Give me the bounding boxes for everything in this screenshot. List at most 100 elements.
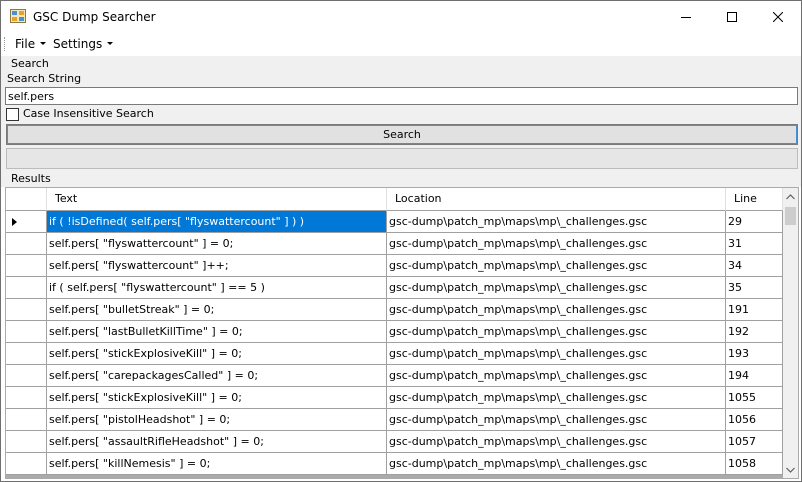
row-header[interactable] bbox=[6, 387, 47, 409]
search-progress-bar bbox=[6, 148, 798, 169]
row-header[interactable] bbox=[6, 321, 47, 343]
results-label: Results bbox=[11, 172, 51, 185]
cell-text[interactable]: self.pers[ "assaultRifleHeadshot" ] = 0; bbox=[47, 431, 387, 453]
cell-line[interactable]: 1057 bbox=[726, 431, 783, 453]
window-title: GSC Dump Searcher bbox=[33, 10, 156, 24]
row-header[interactable] bbox=[6, 233, 47, 255]
cell-location[interactable]: gsc-dump\patch_mp\maps\mp\_challenges.gs… bbox=[387, 343, 726, 365]
row-header[interactable] bbox=[6, 299, 47, 321]
app-icon bbox=[10, 9, 26, 23]
row-header[interactable] bbox=[6, 277, 47, 299]
cell-location[interactable]: gsc-dump\patch_mp\maps\mp\_challenges.gs… bbox=[387, 255, 726, 277]
search-group-label: Search bbox=[11, 57, 49, 70]
search-input[interactable] bbox=[5, 87, 798, 105]
table-row[interactable]: self.pers[ "flyswattercount" ]++; gsc-dum… bbox=[6, 255, 783, 277]
cell-line[interactable]: 1055 bbox=[726, 387, 783, 409]
table-row[interactable]: self.pers[ "stickExplosiveKill" ] = 0; gs… bbox=[6, 343, 783, 365]
cell-line[interactable]: 1056 bbox=[726, 409, 783, 431]
table-row[interactable]: self.pers[ "stickExplosiveKill" ] = 0; gs… bbox=[6, 387, 783, 409]
results-grid[interactable]: Text Location Line if ( !isDefined( self… bbox=[5, 187, 799, 479]
row-header[interactable] bbox=[6, 431, 47, 453]
scroll-up-button[interactable] bbox=[783, 188, 798, 205]
cell-location[interactable]: gsc-dump\patch_mp\maps\mp\_challenges.gs… bbox=[387, 299, 726, 321]
cell-line[interactable]: 1058 bbox=[726, 453, 783, 475]
vertical-scrollbar[interactable] bbox=[783, 188, 798, 478]
cell-location[interactable]: gsc-dump\patch_mp\maps\mp\_challenges.gs… bbox=[387, 453, 726, 475]
search-panel: Search Search String Case Insensitive Se… bbox=[1, 56, 801, 172]
cell-text[interactable]: self.pers[ "pistolHeadshot" ] = 0; bbox=[47, 409, 387, 431]
row-header[interactable] bbox=[6, 255, 47, 277]
chevron-down-icon bbox=[786, 467, 795, 473]
cell-location[interactable]: gsc-dump\patch_mp\maps\mp\_challenges.gs… bbox=[387, 321, 726, 343]
table-row[interactable]: self.pers[ "assaultRifleHeadshot" ] = 0;… bbox=[6, 431, 783, 453]
chevron-down-icon bbox=[40, 42, 47, 45]
cell-text[interactable]: if ( self.pers[ "flyswattercount" ] == 5… bbox=[47, 277, 387, 299]
cell-location[interactable]: gsc-dump\patch_mp\maps\mp\_challenges.gs… bbox=[387, 365, 726, 387]
table-row[interactable]: if ( !isDefined( self.pers[ "flyswatterc… bbox=[6, 211, 783, 233]
chevron-down-icon bbox=[107, 42, 114, 45]
cell-line[interactable]: 193 bbox=[726, 343, 783, 365]
scroll-down-button[interactable] bbox=[783, 461, 798, 478]
current-row-arrow-icon bbox=[12, 218, 17, 226]
table-row[interactable]: self.pers[ "pistolHeadshot" ] = 0; gsc-du… bbox=[6, 409, 783, 431]
row-header[interactable] bbox=[6, 453, 47, 475]
case-insensitive-label[interactable]: Case Insensitive Search bbox=[23, 107, 154, 121]
row-header[interactable] bbox=[6, 211, 47, 233]
chevron-up-icon bbox=[786, 193, 795, 199]
cell-text[interactable]: self.pers[ "killNemesis" ] = 0; bbox=[47, 453, 387, 475]
table-row[interactable]: self.pers[ "flyswattercount" ] = 0; gsc-d… bbox=[6, 233, 783, 255]
cell-location[interactable]: gsc-dump\patch_mp\maps\mp\_challenges.gs… bbox=[387, 211, 726, 233]
cell-text[interactable]: if ( !isDefined( self.pers[ "flyswatterc… bbox=[47, 211, 387, 233]
search-button[interactable]: Search bbox=[6, 124, 798, 145]
cell-line[interactable]: 31 bbox=[726, 233, 783, 255]
menu-bar: File Settings bbox=[1, 32, 801, 56]
cell-text[interactable]: self.pers[ "carepackagesCalled" ] = 0; bbox=[47, 365, 387, 387]
table-row[interactable]: self.pers[ "bulletStreak" ] = 0; gsc-dump… bbox=[6, 299, 783, 321]
row-header[interactable] bbox=[6, 409, 47, 431]
grid-header-row: Text Location Line bbox=[6, 188, 783, 211]
cell-line[interactable]: 34 bbox=[726, 255, 783, 277]
cell-location[interactable]: gsc-dump\patch_mp\maps\mp\_challenges.gs… bbox=[387, 431, 726, 453]
cell-location[interactable]: gsc-dump\patch_mp\maps\mp\_challenges.gs… bbox=[387, 409, 726, 431]
menu-settings-label: Settings bbox=[53, 37, 103, 51]
cell-text[interactable]: self.pers[ "stickExplosiveKill" ] = 0; bbox=[47, 387, 387, 409]
search-string-label: Search String bbox=[7, 72, 82, 85]
table-row[interactable]: self.pers[ "killNemesis" ] = 0; gsc-dump\… bbox=[6, 453, 783, 475]
row-header[interactable] bbox=[6, 365, 47, 387]
close-button[interactable] bbox=[755, 1, 801, 32]
menu-grip bbox=[4, 37, 6, 51]
menu-file-label: File bbox=[15, 37, 36, 51]
row-header-corner[interactable] bbox=[6, 188, 47, 211]
cell-text[interactable]: self.pers[ "flyswattercount" ]++; bbox=[47, 255, 387, 277]
cell-text[interactable]: self.pers[ "bulletStreak" ] = 0; bbox=[47, 299, 387, 321]
title-bar[interactable]: GSC Dump Searcher bbox=[1, 1, 801, 32]
app-window: GSC Dump Searcher File Settings Search S… bbox=[0, 0, 802, 482]
cell-line[interactable]: 194 bbox=[726, 365, 783, 387]
cell-line[interactable]: 35 bbox=[726, 277, 783, 299]
minimize-button[interactable] bbox=[663, 1, 709, 32]
column-header-text[interactable]: Text bbox=[47, 188, 387, 211]
table-row[interactable]: self.pers[ "carepackagesCalled" ] = 0; gs… bbox=[6, 365, 783, 387]
maximize-icon bbox=[727, 11, 737, 22]
cell-line[interactable]: 29 bbox=[726, 211, 783, 233]
menu-file[interactable]: File bbox=[11, 35, 50, 53]
menu-settings[interactable]: Settings bbox=[49, 35, 117, 53]
column-header-line[interactable]: Line bbox=[726, 188, 783, 211]
results-header: Results bbox=[1, 172, 801, 187]
cell-text[interactable]: self.pers[ "stickExplosiveKill" ] = 0; bbox=[47, 343, 387, 365]
cell-line[interactable]: 192 bbox=[726, 321, 783, 343]
minimize-icon bbox=[681, 16, 691, 18]
cell-line[interactable]: 191 bbox=[726, 299, 783, 321]
row-header[interactable] bbox=[6, 343, 47, 365]
cell-text[interactable]: self.pers[ "flyswattercount" ] = 0; bbox=[47, 233, 387, 255]
cell-text[interactable]: self.pers[ "lastBulletKillTime" ] = 0; bbox=[47, 321, 387, 343]
cell-location[interactable]: gsc-dump\patch_mp\maps\mp\_challenges.gs… bbox=[387, 233, 726, 255]
maximize-button[interactable] bbox=[709, 1, 755, 32]
cell-location[interactable]: gsc-dump\patch_mp\maps\mp\_challenges.gs… bbox=[387, 277, 726, 299]
cell-location[interactable]: gsc-dump\patch_mp\maps\mp\_challenges.gs… bbox=[387, 387, 726, 409]
table-row[interactable]: if ( self.pers[ "flyswattercount" ] == 5… bbox=[6, 277, 783, 299]
scroll-thumb[interactable] bbox=[785, 207, 796, 225]
column-header-location[interactable]: Location bbox=[387, 188, 726, 211]
table-row[interactable]: self.pers[ "lastBulletKillTime" ] = 0; gs… bbox=[6, 321, 783, 343]
case-insensitive-checkbox[interactable] bbox=[6, 108, 19, 121]
